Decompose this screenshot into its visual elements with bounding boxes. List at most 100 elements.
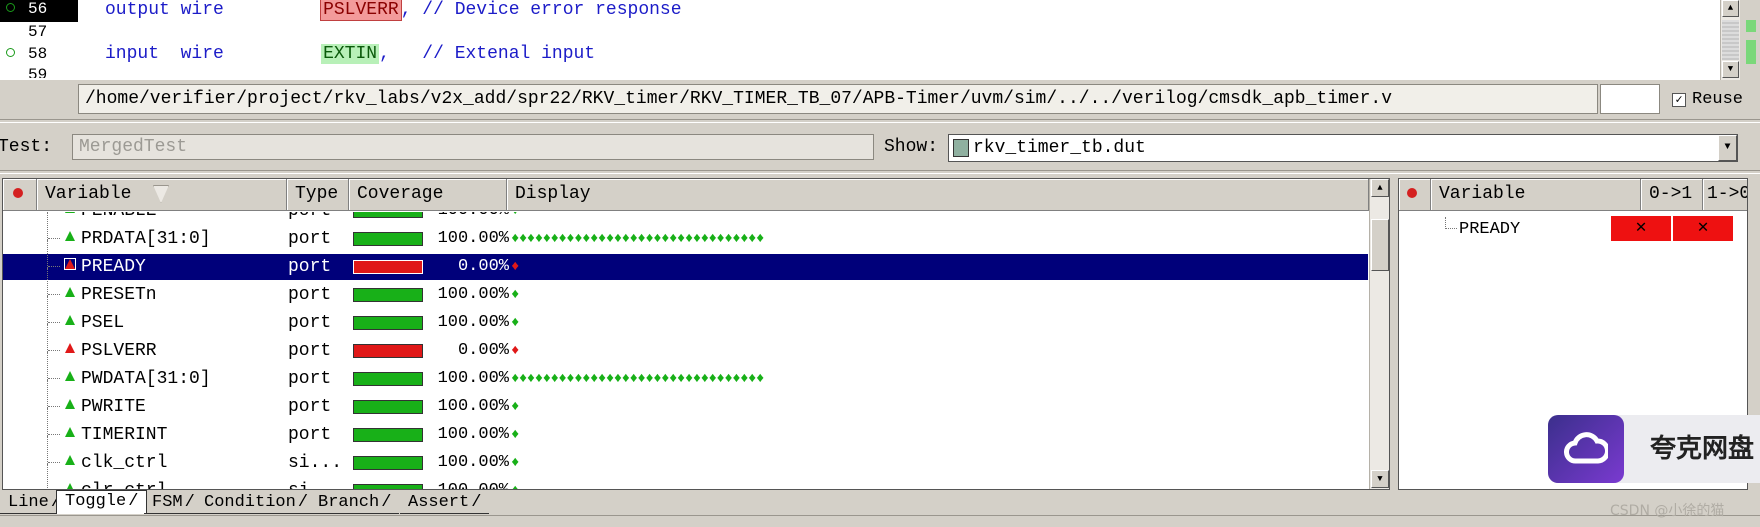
header-label: Variable — [1439, 184, 1526, 204]
uncovered-signal[interactable]: PSLVERR — [320, 0, 402, 21]
column-header-variable[interactable]: Variable — [1431, 179, 1641, 211]
coverage-percent: 0.00% — [457, 257, 509, 276]
divider — [0, 170, 1760, 174]
column-header-coverage[interactable]: Coverage — [349, 179, 507, 211]
chevron-down-icon[interactable]: ▼ — [1718, 135, 1737, 161]
test-field: MergedTest — [72, 134, 874, 160]
coverage-percent: 100.00% — [423, 478, 509, 489]
tab-label: FSM — [152, 493, 183, 512]
scroll-up-icon[interactable]: ▲ — [1371, 179, 1389, 197]
bit-display: ♦ — [511, 478, 519, 489]
tree-connector — [48, 434, 60, 435]
variable-type: port — [288, 313, 332, 333]
detail-signal-name[interactable]: PREADY — [1459, 219, 1520, 241]
table-row[interactable]: TIMERINT port 100.00% ♦ — [3, 408, 1368, 448]
scope-icon — [953, 139, 969, 157]
tree-connector — [1445, 217, 1457, 229]
coverage-bar — [353, 212, 423, 218]
line-jump-field[interactable] — [1600, 84, 1660, 114]
scroll-thumb[interactable] — [1371, 219, 1389, 271]
variable-name: TIMERINT — [81, 425, 168, 445]
tree-connector — [48, 378, 60, 379]
coverage-percent: 0.00% — [457, 341, 509, 360]
coverage-percent: 100.00% — [437, 397, 509, 416]
table-row[interactable]: PSEL port 100.00% ♦ — [3, 296, 1368, 336]
covered-signal[interactable]: EXTIN — [321, 44, 380, 64]
variable-type: port — [288, 285, 332, 305]
bit-display: ♦ — [511, 287, 519, 303]
line-number: 58 — [28, 45, 48, 63]
sort-icon[interactable] — [153, 185, 169, 203]
coverage-bar — [353, 400, 423, 414]
keyword: wire — [180, 44, 224, 64]
tab-separator: / — [381, 493, 392, 512]
status-triangle-icon — [65, 212, 75, 213]
file-path-field[interactable]: /home/verifier/project/rkv_labs/v2x_add/… — [78, 84, 1598, 114]
fall-uncovered-cell[interactable]: ✕ — [1673, 216, 1733, 241]
line-number: 56 — [28, 0, 48, 18]
toggle-coverage-table[interactable]: Variable Type Coverage Display PENABLE po… — [2, 178, 1390, 490]
bit-display: ♦ — [511, 399, 519, 415]
column-header-status[interactable] — [3, 179, 37, 211]
column-header-type[interactable]: Type — [287, 179, 349, 211]
table-row[interactable]: PENABLE port 100.00%♦ — [3, 212, 1368, 224]
status-dot-icon — [13, 188, 23, 198]
checkbox-icon[interactable]: ✓ — [1672, 93, 1686, 107]
source-viewer[interactable]: 56 57 58 59 output wire PSLVERR, // Devi… — [0, 0, 1740, 80]
status-triangle-icon — [65, 483, 75, 489]
coverage-percent: 100.00% — [437, 313, 509, 332]
coverage-percent: 100.00% — [437, 285, 509, 304]
table-scrollbar[interactable]: ▲ ▼ — [1369, 179, 1389, 489]
table-row[interactable]: clr_ctrl si... 100.00%♦ — [3, 464, 1368, 489]
bit-display: ♦ — [511, 212, 519, 224]
table-row[interactable]: PRESETn port 100.00% ♦ — [3, 268, 1368, 308]
tab-separator: / — [471, 493, 482, 512]
table-row[interactable]: PSLVERR port 0.00% ♦ — [3, 324, 1368, 364]
coverage-overview-strip — [1742, 0, 1760, 80]
tab-fsm[interactable]: FSM / — [144, 492, 203, 514]
table-row[interactable]: clk_ctrl si... 100.00% ♦ — [3, 436, 1368, 476]
scroll-up-icon[interactable]: ▲ — [1722, 0, 1739, 17]
bit-display: ♦ — [511, 455, 519, 471]
table-row[interactable]: PRDATA[31:0] port 100.00% ♦♦♦♦♦♦♦♦♦♦♦♦♦♦♦♦♦… — [3, 212, 1368, 252]
show-scope-select[interactable]: rkv_timer_tb.dut — [948, 134, 1738, 162]
variable-name: PREADY — [81, 257, 146, 277]
cloud-drive-badge[interactable]: 夸克网盘 — [1548, 415, 1760, 483]
scroll-thumb[interactable] — [1722, 20, 1739, 60]
bit-display: ♦ — [511, 427, 519, 443]
variable-name: clr_ctrl — [81, 478, 167, 489]
status-triangle-icon — [65, 315, 75, 325]
coverage-percent: 100.00% — [437, 369, 509, 388]
column-header-display[interactable]: Display — [507, 179, 1369, 211]
tree-connector — [48, 350, 60, 351]
tab-branch[interactable]: Branch / — [310, 492, 400, 514]
reuse-checkbox[interactable]: ✓ Reuse — [1672, 90, 1743, 110]
coverage-percent: 100.00% — [437, 229, 509, 248]
tab-toggle[interactable]: Toggle / — [56, 490, 148, 514]
header-label: 0->1 — [1649, 184, 1693, 204]
column-header-fall[interactable]: 1->0 — [1703, 179, 1747, 211]
table-row[interactable]: PWDATA[31:0] port 100.00% ♦♦♦♦♦♦♦♦♦♦♦♦♦♦♦♦♦… — [3, 352, 1368, 392]
tree-connector — [48, 238, 60, 239]
header-label: Variable — [45, 184, 132, 204]
status-triangle-icon — [64, 258, 76, 270]
source-scrollbar[interactable]: ▲ ▼ — [1720, 0, 1740, 80]
table-row[interactable]: PREADY port 0.00% ♦ — [3, 240, 1368, 280]
coverage-circle-icon — [6, 3, 15, 12]
coverage-percent: 100.00% — [423, 212, 509, 224]
column-header-rise[interactable]: 0->1 — [1641, 179, 1703, 211]
variable-type: port — [288, 425, 332, 445]
coverage-type-tabs: Line/Toggle/FSM/Condition/Branch/Assert/ — [0, 490, 1760, 514]
tab-condition[interactable]: Condition / — [196, 492, 317, 514]
variable-type: port — [288, 229, 332, 249]
tab-assert[interactable]: Assert / — [400, 492, 490, 514]
status-triangle-icon — [65, 231, 75, 241]
scroll-down-icon[interactable]: ▼ — [1371, 470, 1389, 488]
scroll-down-icon[interactable]: ▼ — [1722, 61, 1739, 78]
divider — [0, 515, 1760, 516]
line-number: 59 — [28, 66, 48, 78]
column-header-variable[interactable]: Variable — [37, 179, 287, 211]
rise-uncovered-cell[interactable]: ✕ — [1611, 216, 1671, 241]
column-header-status[interactable] — [1399, 179, 1431, 211]
table-row[interactable]: PWRITE port 100.00% ♦ — [3, 380, 1368, 420]
